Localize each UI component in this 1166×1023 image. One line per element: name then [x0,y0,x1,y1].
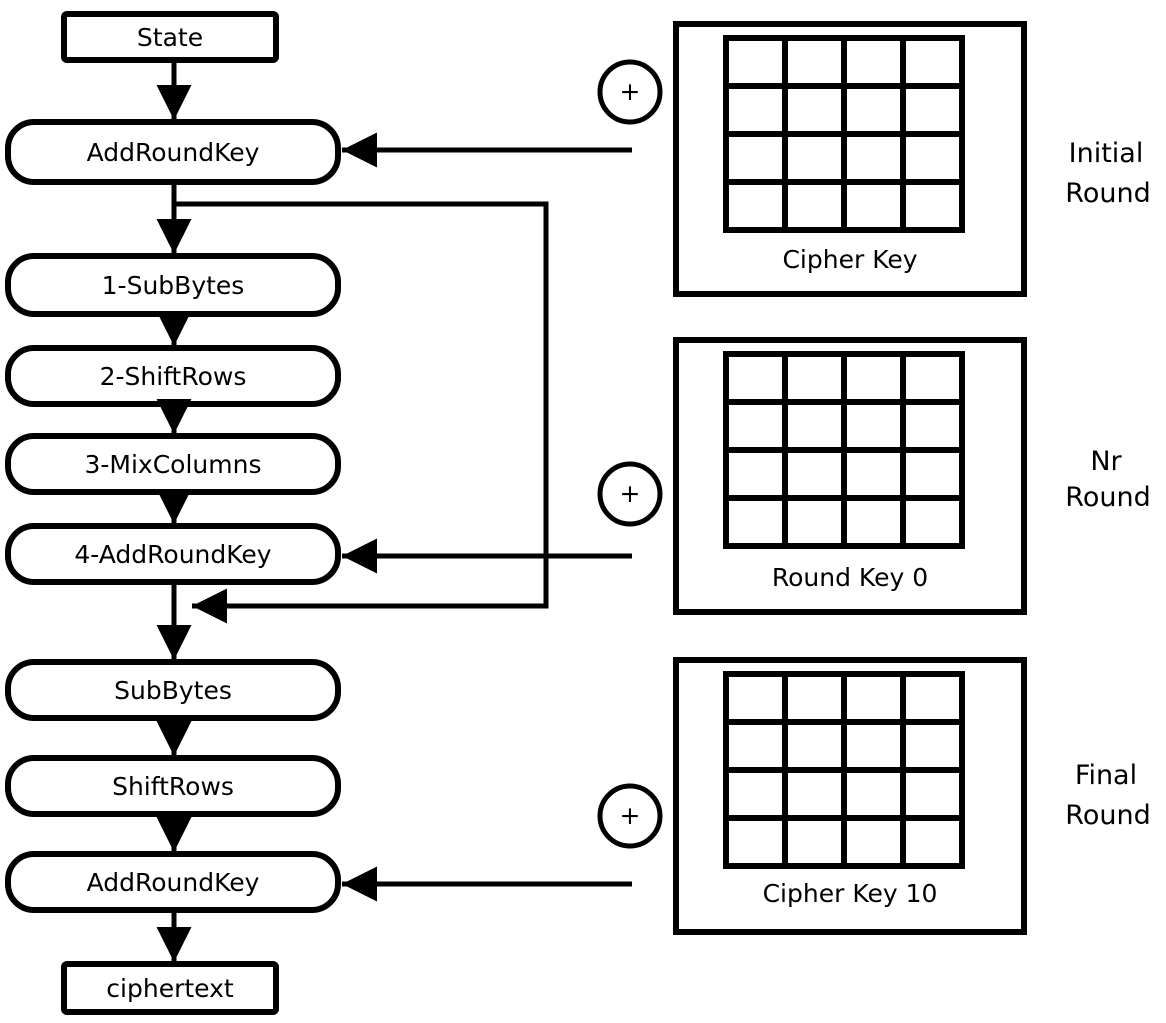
round-label-line1: Nr [1090,446,1122,477]
key-byte-cell [900,83,965,137]
flow-node-state: State [61,11,279,63]
key-byte-cell [723,399,788,453]
key-byte-cell [782,447,847,501]
key-byte-cell [782,131,847,185]
key-byte-cell [782,767,847,821]
key-byte-cell [723,495,788,549]
round-label-line2: Round [1065,482,1150,513]
key-byte-cell [841,131,906,185]
key-byte-cell [723,351,788,405]
round-label-line2: Round [1065,800,1150,831]
key-byte-cell [900,35,965,89]
key-byte-cell [782,83,847,137]
flow-node-mix3: 3-MixColumns [5,433,341,495]
key-byte-cell [723,179,788,233]
key-byte-cell [841,447,906,501]
key-label: Round Key 0 [772,563,928,592]
key-byte-cell [841,719,906,773]
step-label: AddRoundKey [87,868,260,897]
flow-node-sub1: 1-SubBytes [5,253,341,317]
key-byte-cell [723,719,788,773]
round-label-line1: Final [1075,760,1137,791]
key-byte-cell [841,351,906,405]
key-byte-cell [723,83,788,137]
step-label: 4-AddRoundKey [74,540,271,569]
step-label: AddRoundKey [87,138,260,167]
key-byte-cell [723,35,788,89]
round-label-line1: Initial [1069,138,1144,169]
key-byte-cell [841,83,906,137]
flow-node-subF: SubBytes [5,659,341,721]
key-panel-3: Cipher Key 10 + Final Round [342,657,1151,935]
key-byte-cell [841,399,906,453]
key-byte-cell [723,767,788,821]
step-label: ShiftRows [112,772,234,801]
key-byte-cell [900,447,965,501]
step-label: 2-ShiftRows [100,362,247,391]
key-byte-cell [782,671,847,725]
key-label: Cipher Key 10 [763,879,938,908]
key-byte-cell [841,179,906,233]
key-byte-cell [782,719,847,773]
flow-node-ark0: AddRoundKey [5,119,341,185]
step-label: State [137,23,203,52]
key-byte-cell [900,179,965,233]
key-byte-cell [900,131,965,185]
key-byte-cell [782,35,847,89]
key-byte-cell [900,815,965,869]
key-byte-cell [900,719,965,773]
step-label: SubBytes [114,676,232,705]
key-byte-cell [841,671,906,725]
xor-symbol: + [620,479,641,508]
key-byte-cell [900,767,965,821]
key-byte-cell [841,767,906,821]
key-byte-cell [782,399,847,453]
step-label: ciphertext [106,974,234,1003]
key-byte-cell [841,35,906,89]
flow-node-shiftF: ShiftRows [5,755,341,817]
key-panel-1: Cipher Key + Initial Round [342,21,1151,297]
key-byte-cell [900,351,965,405]
flow-node-ark4: 4-AddRoundKey [5,523,341,585]
key-byte-cell [723,815,788,869]
key-label: Cipher Key [782,245,917,274]
flow-node-arkF: AddRoundKey [5,851,341,913]
xor-symbol: + [620,801,641,830]
key-byte-cell [782,179,847,233]
flow-node-cipher: ciphertext [61,961,279,1015]
key-byte-cell [782,815,847,869]
key-byte-cell [900,671,965,725]
xor-symbol: + [620,77,641,106]
flow-node-shift2: 2-ShiftRows [5,345,341,407]
key-byte-cell [782,495,847,549]
key-byte-cell [782,351,847,405]
key-byte-cell [900,495,965,549]
key-byte-cell [841,815,906,869]
key-byte-cell [723,671,788,725]
step-label: 3-MixColumns [84,450,261,479]
round-label-line2: Round [1065,178,1150,209]
key-panel-2: Round Key 0 + Nr Round [342,337,1151,615]
key-byte-cell [900,399,965,453]
key-byte-cell [841,495,906,549]
step-label: 1-SubBytes [102,271,245,300]
key-byte-cell [723,447,788,501]
key-byte-cell [723,131,788,185]
aes-diagram: State AddRoundKey 1-SubBytes 2-ShiftRows 3-M… [5,11,1151,1015]
